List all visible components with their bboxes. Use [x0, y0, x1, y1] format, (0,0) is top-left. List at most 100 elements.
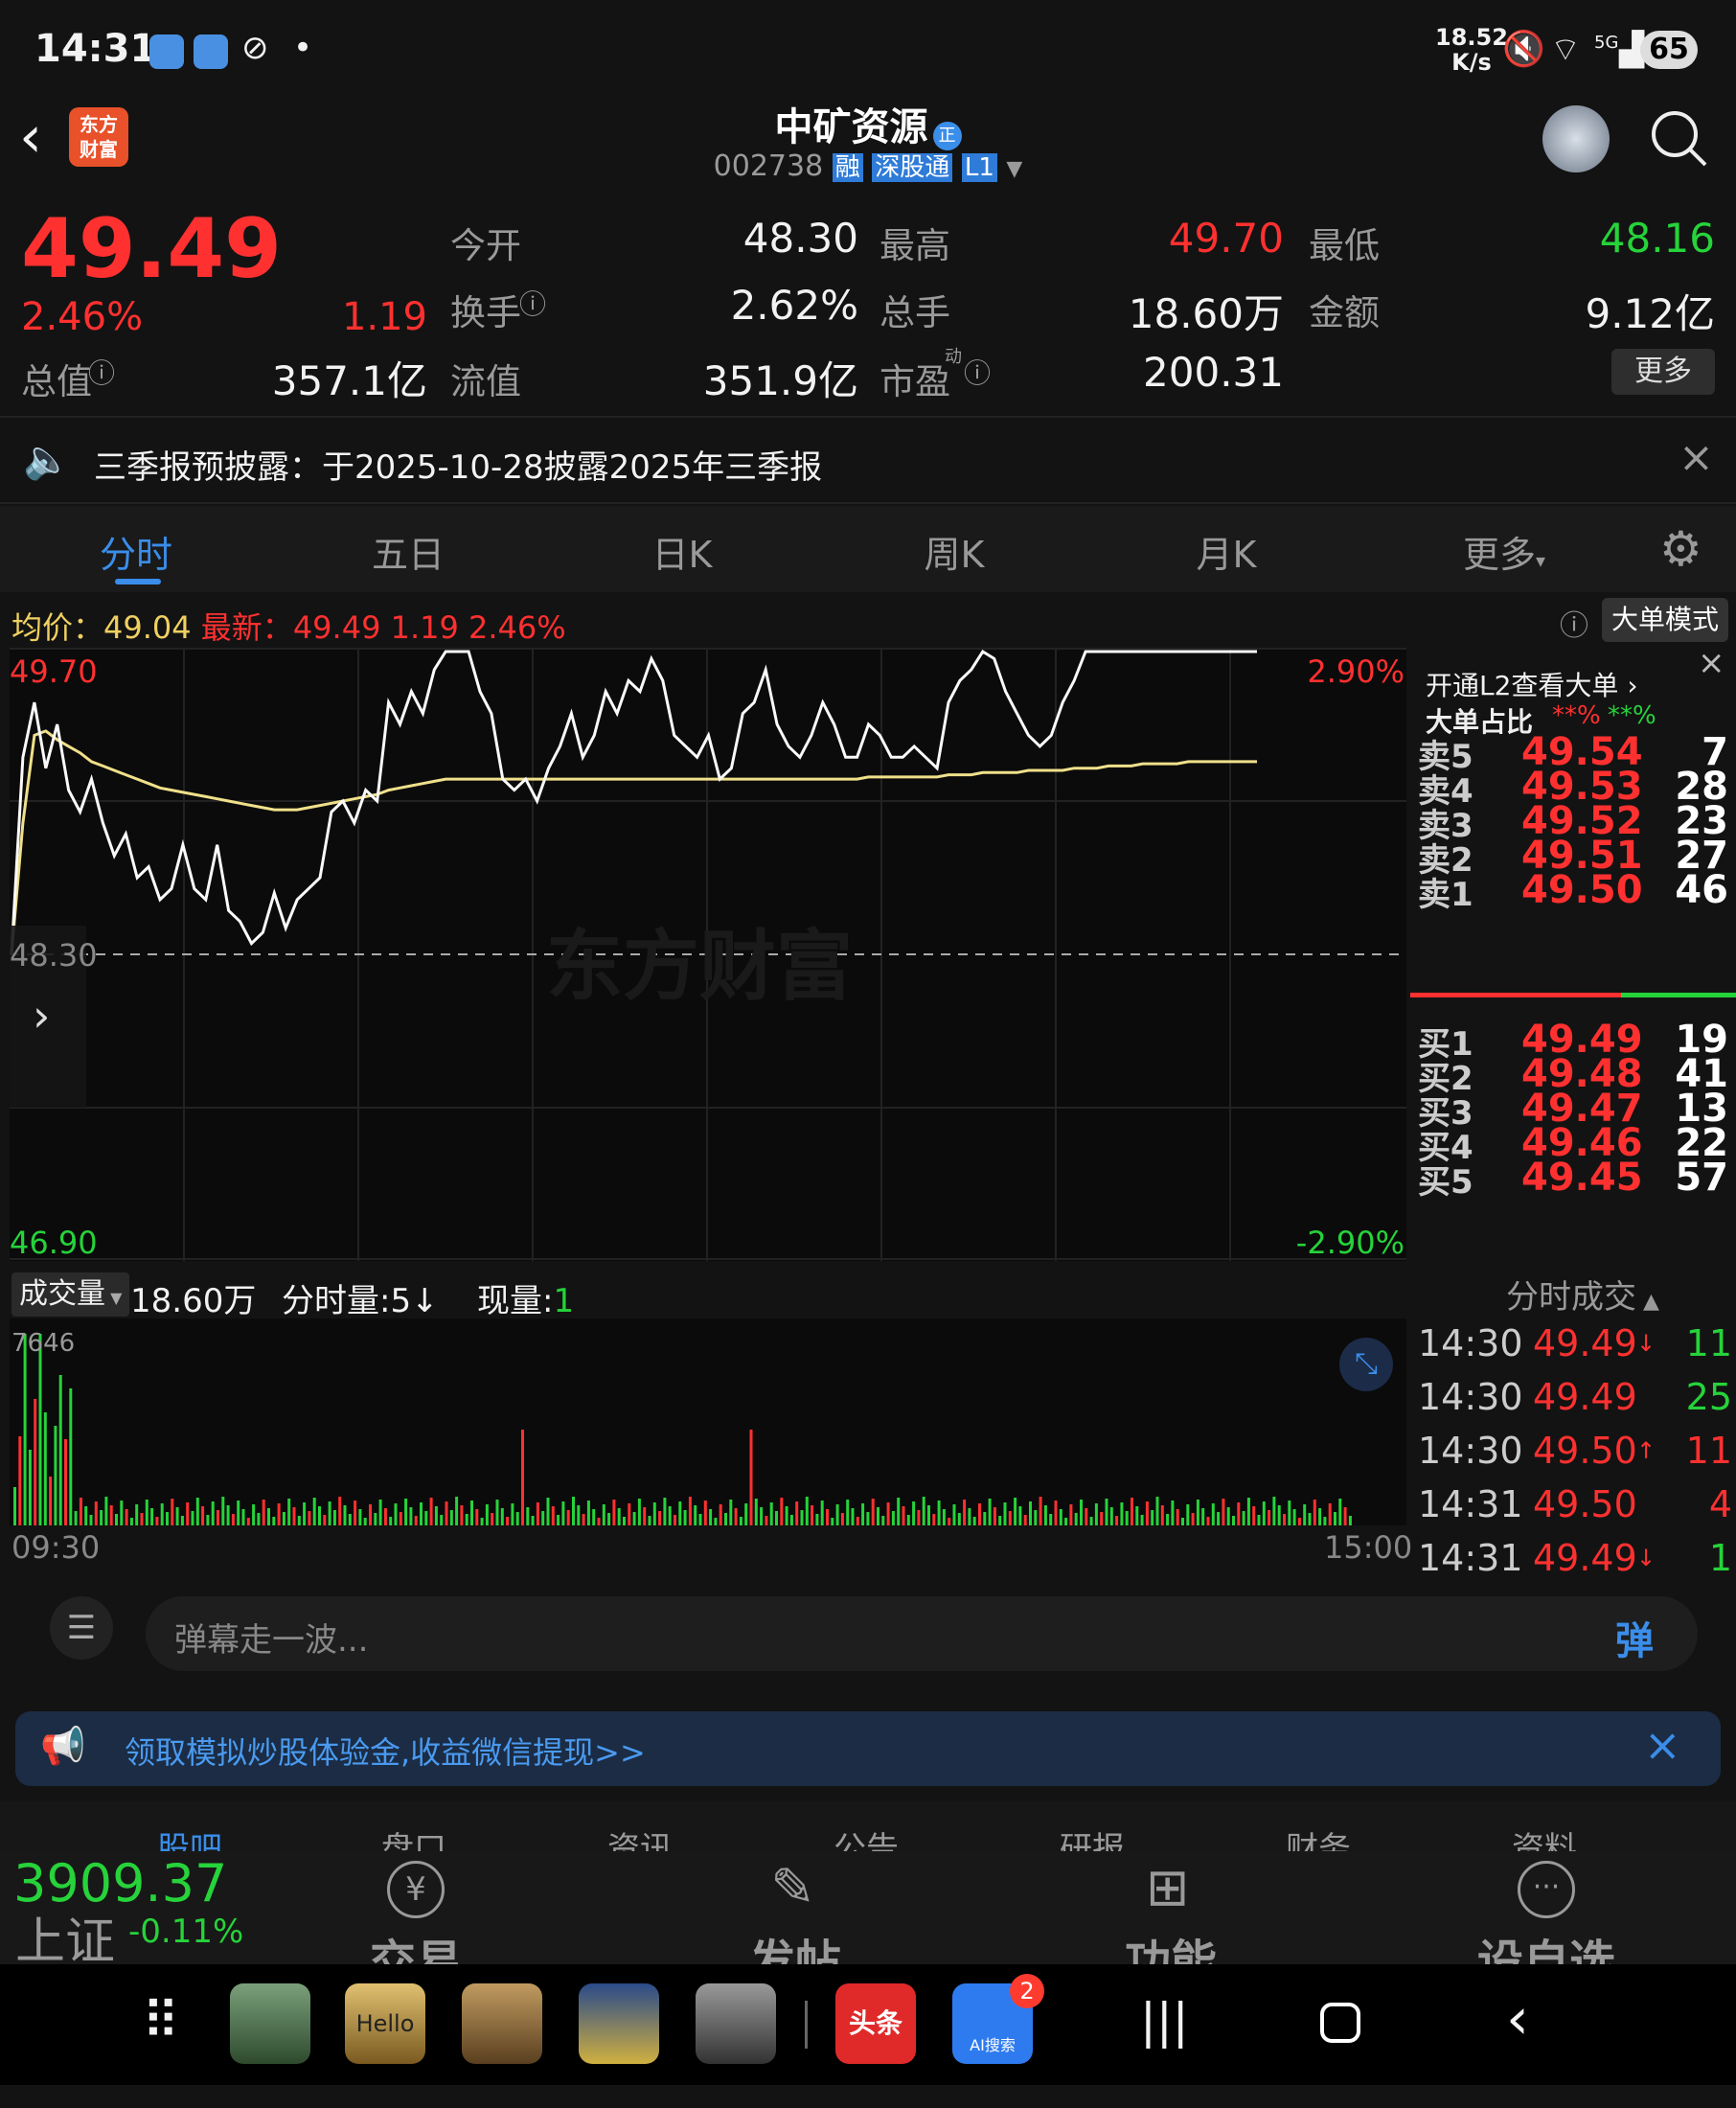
- tab-more[interactable]: 更多▾: [1428, 525, 1581, 578]
- camera-app-icon[interactable]: [696, 1983, 776, 2064]
- volume-bar: [775, 1511, 778, 1525]
- tab-five-day[interactable]: 五日: [331, 525, 485, 578]
- volume-bar: [394, 1503, 398, 1525]
- battery-indicator: 65: [1640, 31, 1698, 69]
- bid-row[interactable]: 买5 49.45 57: [1410, 1156, 1736, 1203]
- danmu-list-icon[interactable]: ☰: [50, 1596, 113, 1660]
- search-icon[interactable]: [1648, 107, 1709, 169]
- info-icon[interactable]: ⓘ: [519, 284, 546, 322]
- announcement-bar[interactable]: 🔈 三季报预披露：于2025-10-28披露2025年三季报 ×: [0, 420, 1736, 504]
- volume-bar: [1328, 1503, 1332, 1525]
- volume-bar: [354, 1501, 357, 1525]
- home-icon[interactable]: [1320, 2003, 1360, 2043]
- volume-bar: [272, 1517, 276, 1525]
- volume-bar: [1120, 1502, 1124, 1525]
- volume-bar: [1308, 1513, 1312, 1525]
- tick-trades-title[interactable]: 分时成交 ▲: [1506, 1271, 1659, 1318]
- volume-bar: [434, 1506, 438, 1525]
- promo-banner[interactable]: 📢 领取模拟炒股体验金,收益微信提现>> ×: [15, 1711, 1721, 1786]
- volume-bar: [800, 1510, 804, 1525]
- info-icon[interactable]: ⓘ: [88, 353, 115, 391]
- recents-icon[interactable]: |||: [1140, 1993, 1189, 2049]
- tab-intraday[interactable]: 分时: [59, 525, 213, 578]
- volume-bar: [120, 1501, 124, 1525]
- volume-bar: [749, 1430, 753, 1525]
- quote-panel: 49.49 2.46% 1.19 总值 ⓘ 357.1亿 今开 48.30 换手…: [0, 192, 1736, 418]
- toutiao-app-icon[interactable]: 头条: [835, 1983, 916, 2064]
- volume-bar: [180, 1516, 184, 1525]
- volume-bar: [1171, 1501, 1175, 1525]
- volume-bar: [1089, 1517, 1093, 1525]
- volume-bar: [937, 1501, 941, 1525]
- volume-bar: [1288, 1501, 1291, 1525]
- grid-icon[interactable]: ⊞: [1146, 1857, 1189, 1917]
- volume-bar: [109, 1505, 113, 1525]
- volume-bar: [683, 1510, 687, 1525]
- volume-bar: [129, 1518, 133, 1525]
- app-drawer-icon[interactable]: ⠿: [142, 1991, 180, 2051]
- volume-bar: [719, 1504, 722, 1525]
- volume-bar: [389, 1517, 393, 1525]
- big-order-mode-button[interactable]: 大单模式: [1602, 598, 1728, 642]
- expand-icon[interactable]: ⤡: [1339, 1338, 1393, 1391]
- compass-app-icon[interactable]: [462, 1983, 542, 2064]
- close-icon[interactable]: ×: [1644, 1719, 1681, 1771]
- volume-bar: [38, 1334, 42, 1525]
- volume-bar: [49, 1477, 53, 1525]
- help-icon[interactable]: ⓘ: [1560, 602, 1588, 644]
- volume-chart: 7646: [10, 1318, 1406, 1525]
- edit-icon[interactable]: ✎: [770, 1857, 815, 1919]
- hello-app-icon[interactable]: Hello: [345, 1983, 425, 2064]
- volume-bar: [104, 1497, 108, 1525]
- ask-row[interactable]: 卖1 49.50 46: [1410, 868, 1736, 916]
- tag-margin: 融: [832, 153, 863, 182]
- dock-divider: [805, 2001, 808, 2049]
- volume-bar: [805, 1497, 809, 1525]
- latest-label: 最新：: [200, 609, 293, 646]
- baidu-icon: [149, 34, 184, 69]
- tab-daily-k[interactable]: 日K: [605, 525, 759, 578]
- volume-bar: [1145, 1501, 1149, 1525]
- volume-bar: [84, 1506, 88, 1525]
- volume-bar: [851, 1508, 855, 1525]
- volume-bar: [465, 1514, 468, 1525]
- robot-assistant-icon[interactable]: [1542, 105, 1610, 172]
- volume-bar: [1226, 1507, 1230, 1525]
- volume-bar: [1109, 1507, 1113, 1525]
- chevron-right-icon[interactable]: ›: [33, 990, 50, 1042]
- volume-bar: [780, 1498, 784, 1525]
- more-button[interactable]: 更多: [1611, 349, 1715, 395]
- volume-selector[interactable]: 成交量 ▼: [11, 1272, 130, 1317]
- volume-bar: [1151, 1510, 1154, 1525]
- close-icon[interactable]: ×: [1679, 433, 1714, 482]
- yuan-icon[interactable]: ¥: [387, 1861, 445, 1918]
- more-dots-icon[interactable]: ···: [1518, 1861, 1575, 1918]
- volume-bar: [881, 1516, 885, 1525]
- volume-bar: [480, 1518, 484, 1525]
- close-icon[interactable]: ×: [1698, 644, 1725, 682]
- phone-app-icon[interactable]: [230, 1983, 310, 2064]
- caret-down-icon[interactable]: ▼: [1006, 157, 1022, 181]
- danmu-input[interactable]: 弹幕走一波... 弹: [146, 1596, 1698, 1671]
- volume-bar: [729, 1500, 733, 1525]
- info-icon[interactable]: ⓘ: [964, 353, 991, 391]
- index-name[interactable]: 上证: [15, 1901, 115, 1973]
- volume-bar: [1206, 1517, 1210, 1525]
- tab-monthly-k[interactable]: 月K: [1150, 525, 1303, 578]
- volume-bar: [739, 1517, 742, 1525]
- volume-bar: [500, 1508, 504, 1525]
- danmu-send-button[interactable]: 弹: [1615, 1610, 1654, 1665]
- turnover-label: 换手: [450, 292, 521, 333]
- l2-link[interactable]: 开通L2查看大单 ›: [1426, 665, 1638, 703]
- volume-bar: [54, 1426, 57, 1525]
- volume-bar: [1049, 1514, 1053, 1525]
- gallery-app-icon[interactable]: [579, 1983, 659, 2064]
- tab-weekly-k[interactable]: 周K: [878, 525, 1031, 578]
- volume-bar: [658, 1511, 662, 1525]
- intraday-chart[interactable]: 东方财富 › 49.70 48.30 46.90 2.90% -2.90%: [10, 648, 1406, 1261]
- ratio-green: **%: [1608, 701, 1656, 730]
- volume-bar: [1181, 1518, 1184, 1525]
- settings-gear-icon[interactable]: ⚙: [1659, 521, 1702, 577]
- tab-indicator: [115, 579, 161, 584]
- back-nav-icon[interactable]: ‹: [1506, 1985, 1529, 2052]
